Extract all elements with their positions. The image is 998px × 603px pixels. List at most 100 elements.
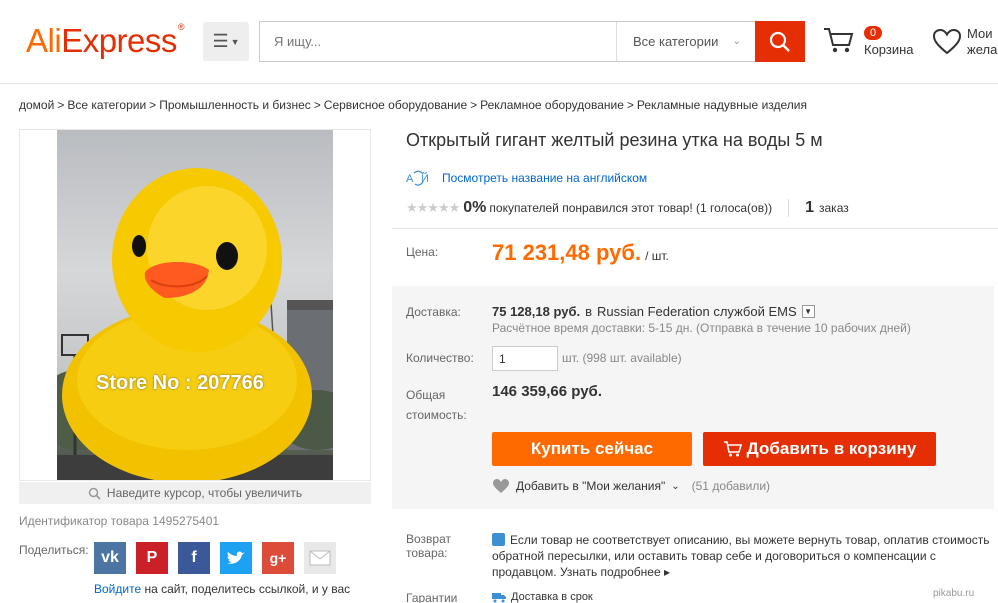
rating-row: ★★★★★ 0% покупателей понравился этот тов… <box>406 199 849 217</box>
guarantee-label: Гарантии <box>406 591 458 603</box>
rating-description[interactable]: покупателей понравился этот товар! (1 го… <box>489 201 772 215</box>
orders-label: заказ <box>819 201 849 215</box>
quantity-input[interactable] <box>492 346 558 371</box>
login-line-text: на сайт, поделитесь ссылкой, и у вас <box>141 582 351 596</box>
search-category-select[interactable]: Все категории ⌄ <box>616 22 755 61</box>
breadcrumb-inflatables[interactable]: Рекламные надувные изделия <box>637 98 807 112</box>
twitter-bird-icon <box>227 551 245 564</box>
caret-down-icon: ▼ <box>230 36 240 47</box>
store-watermark: Store No : 207766 <box>96 372 264 394</box>
wishlist-label: Мои жела <box>967 26 998 57</box>
shipping-time: Расчётное время доставки: 5-15 дн. (Отпр… <box>492 321 911 335</box>
cart-link[interactable]: 0 Корзина <box>822 25 917 61</box>
logo-ali: Ali <box>26 22 62 59</box>
cart-label: Корзина <box>864 42 914 57</box>
zoom-hint-text: Наведите курсор, чтобы увеличить <box>106 486 303 500</box>
facebook-share-icon[interactable]: f <box>178 542 210 574</box>
total-label: Общая стоимость: <box>406 388 467 422</box>
price: 71 231,48 руб. / шт. <box>492 240 669 266</box>
wishlist-add-label: Добавить в "Мои желания" <box>516 479 666 493</box>
buy-now-button[interactable]: Купить сейчас <box>492 432 692 466</box>
translate-row: AЙ Посмотреть название на английском <box>406 170 647 186</box>
search-input[interactable] <box>260 22 616 61</box>
guarantee-text: Доставка в срок <box>511 591 593 603</box>
price-label: Цена: <box>406 245 439 259</box>
total-value: 146 359,66 руб. <box>492 383 602 400</box>
logo-express: Express <box>61 22 177 59</box>
pinterest-share-icon[interactable]: P <box>136 542 168 574</box>
breadcrumb-all-categories[interactable]: Все категории <box>67 98 146 112</box>
breadcrumb-service-equipment[interactable]: Сервисное оборудование <box>324 98 467 112</box>
breadcrumb-separator: > <box>470 98 478 112</box>
quantity-label: Количество: <box>406 351 474 365</box>
breadcrumb-home[interactable]: домой <box>19 98 54 112</box>
site-watermark: pikabu.ru <box>930 588 978 599</box>
categories-menu-button[interactable]: ☰ ▼ <box>203 22 249 61</box>
vk-share-icon[interactable]: vk <box>94 542 126 574</box>
translate-title-link[interactable]: Посмотреть название на английском <box>442 171 647 185</box>
shipping-label: Доставка: <box>406 305 461 319</box>
heart-filled-icon <box>493 479 509 493</box>
return-policy-icon <box>492 533 505 546</box>
wishlist-link[interactable]: Мои жела <box>932 26 998 62</box>
breadcrumb-industry[interactable]: Промышленность и бизнес <box>159 98 311 112</box>
site-header: AliExpress® ☰▼ Все категории ⌄ 0 Корзина… <box>0 0 998 84</box>
breadcrumb-separator: > <box>149 98 157 112</box>
purchase-panel <box>392 286 994 509</box>
email-share-icon[interactable] <box>304 542 336 574</box>
return-policy-text: Если товар не соответствует описанию, вы… <box>492 532 992 580</box>
translate-icon: AЙ <box>406 170 429 186</box>
product-image-frame[interactable]: Store No : 207766 <box>19 129 371 481</box>
login-link[interactable]: Войдите <box>94 582 141 596</box>
product-title: Открытый гигант желтый резина утка на во… <box>406 130 823 150</box>
price-unit: / шт. <box>645 249 669 263</box>
return-label: Возврат товара: <box>406 532 451 560</box>
breadcrumb-separator: > <box>313 98 321 112</box>
zoom-hint: Наведите курсор, чтобы увеличить <box>19 482 371 504</box>
shipping-info: 75 128,18 руб. в Russian Federation служ… <box>492 304 815 319</box>
add-to-cart-button[interactable]: Добавить в корзину <box>703 432 936 466</box>
guarantee-row: Доставка в срок <box>492 591 593 603</box>
aliexpress-logo[interactable]: AliExpress® <box>26 22 185 60</box>
quantity-available: шт. (998 шт. available) <box>562 351 682 365</box>
chevron-down-icon: ⌄ <box>732 36 741 47</box>
search-icon <box>769 31 790 52</box>
search-bar: Все категории ⌄ <box>259 21 805 62</box>
product-id: Идентификатор товара 1495275401 <box>19 514 220 528</box>
breadcrumb-separator: > <box>626 98 634 112</box>
search-button[interactable] <box>755 21 805 62</box>
shipping-method[interactable]: Russian Federation службой EMS <box>597 304 797 319</box>
login-share-line: Войдите на сайт, поделитесь ссылкой, и у… <box>94 582 350 596</box>
breadcrumb-advertising-equipment[interactable]: Рекламное оборудование <box>480 98 624 112</box>
wishlist-count: (51 добавили) <box>691 479 771 493</box>
orders-count: 1 <box>805 199 814 216</box>
breadcrumb: домой > Все категории > Промышленность и биз… <box>19 98 807 112</box>
share-icons: vk P f g+ <box>94 542 336 574</box>
magnifier-icon <box>88 487 101 500</box>
rubber-duck-image <box>57 168 333 480</box>
shipping-dropdown-icon[interactable]: ▼ <box>801 305 815 318</box>
divider <box>392 228 998 229</box>
delivery-icon <box>492 593 506 603</box>
return-policy-body[interactable]: Если товар не соответствует описанию, вы… <box>492 533 990 579</box>
add-to-wishlist[interactable]: Добавить в "Мои желания" ⌄ (51 добавили) <box>492 478 770 494</box>
shipping-price: 75 128,18 руб. <box>492 304 581 319</box>
hamburger-icon: ☰ <box>212 31 229 51</box>
add-to-cart-label: Добавить в корзину <box>746 439 917 458</box>
heart-icon <box>932 28 962 55</box>
product-photo[interactable]: Store No : 207766 <box>57 130 333 480</box>
envelope-icon <box>309 550 331 566</box>
twitter-share-icon[interactable] <box>220 542 252 574</box>
search-category-label: Все категории <box>633 34 719 49</box>
breadcrumb-separator: > <box>57 98 65 112</box>
rating-stars-icon: ★★★★★ <box>406 200 460 215</box>
shipping-destination-prefix: в <box>585 304 592 319</box>
svg-text:A: A <box>406 173 414 185</box>
cart-plus-icon <box>723 441 742 457</box>
cart-count-badge: 0 <box>864 26 883 40</box>
registered-mark: ® <box>177 22 185 32</box>
divider <box>788 199 790 217</box>
chevron-down-icon: ⌄ <box>671 480 680 492</box>
rating-percent: 0% <box>463 199 487 216</box>
google-plus-share-icon[interactable]: g+ <box>262 542 294 574</box>
